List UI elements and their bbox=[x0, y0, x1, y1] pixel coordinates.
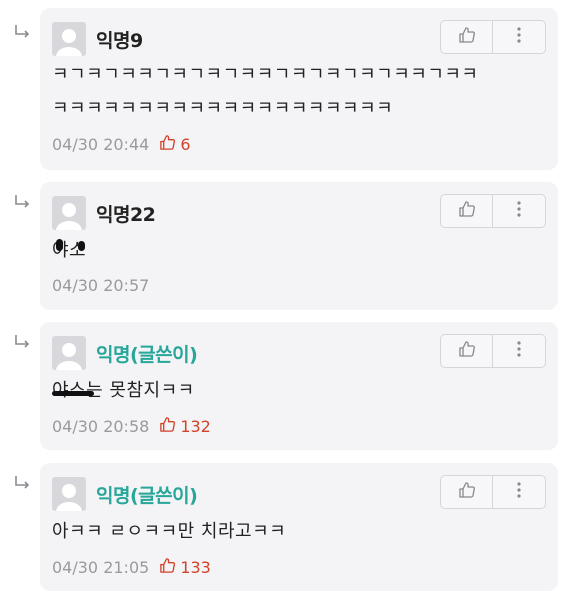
like-count: 133 bbox=[159, 557, 211, 578]
comment-author[interactable]: 익명9 bbox=[96, 26, 143, 53]
thumbs-up-icon bbox=[159, 557, 180, 578]
comment-card: 익명(글쓴이) 야스는 못참지ㅋㅋ 04/30 20:58 132 bbox=[40, 322, 558, 450]
thumbs-up-icon bbox=[159, 134, 180, 155]
more-vertical-icon bbox=[516, 26, 522, 48]
like-count: 132 bbox=[159, 416, 211, 437]
more-vertical-icon bbox=[516, 340, 522, 362]
comment-meta: 04/30 20:57 bbox=[52, 276, 149, 295]
more-vertical-icon bbox=[516, 481, 522, 503]
like-button[interactable] bbox=[441, 476, 493, 508]
thumbs-up-icon bbox=[458, 481, 476, 503]
redaction-mark bbox=[78, 241, 85, 251]
like-count-value: 133 bbox=[180, 558, 211, 577]
comment-text-line: ㅋㅋㅋㅋㅋㅋㅋㅋㅋㅋㅋㅋㅋㅋㅋㅋㅋㅋㅋㅋ bbox=[52, 98, 394, 119]
like-count-value: 6 bbox=[180, 135, 191, 154]
comment-item: 익명22 야소 04/30 20:57 bbox=[0, 182, 564, 310]
like-button[interactable] bbox=[441, 21, 493, 53]
like-count: 6 bbox=[159, 134, 191, 155]
comment-timestamp: 04/30 20:58 bbox=[52, 417, 150, 436]
reply-arrow-icon bbox=[11, 192, 33, 214]
comment-timestamp: 04/30 21:05 bbox=[52, 558, 150, 577]
default-avatar-icon[interactable] bbox=[52, 22, 86, 56]
redaction-mark bbox=[52, 391, 94, 396]
comment-actions bbox=[440, 20, 546, 54]
comment-actions bbox=[440, 334, 546, 368]
more-button[interactable] bbox=[493, 476, 545, 508]
comment-actions bbox=[440, 475, 546, 509]
comment-meta: 04/30 20:44 6 bbox=[52, 134, 191, 155]
default-avatar-icon[interactable] bbox=[52, 196, 86, 230]
comment-author[interactable]: 익명(글쓴이) bbox=[96, 340, 198, 367]
comment-meta: 04/30 20:58 132 bbox=[52, 416, 211, 437]
comment-text-line: ㅋㄱㅋㄱㅋㅋㄱㅋㄱㅋㄱㅋㅋㄱㅋㄱㅋㄱㅋㄱㅋㅋㄱㅋㅋ bbox=[52, 64, 479, 85]
comment-text-line: 야소 bbox=[52, 240, 87, 261]
comment-item: 익명(글쓴이) 아ㅋㅋ ㄹㅇㅋㅋ만 치라고ㅋㅋ 04/30 21:05 133 bbox=[0, 463, 564, 591]
more-button[interactable] bbox=[493, 21, 545, 53]
reply-arrow-icon bbox=[11, 22, 33, 44]
like-button[interactable] bbox=[441, 195, 493, 227]
comment-text-line: 야스는 못참지ㅋㅋ bbox=[52, 380, 195, 401]
thumbs-up-icon bbox=[159, 416, 180, 437]
comment-card: 익명(글쓴이) 아ㅋㅋ ㄹㅇㅋㅋ만 치라고ㅋㅋ 04/30 21:05 133 bbox=[40, 463, 558, 591]
comment-author[interactable]: 익명22 bbox=[96, 200, 156, 227]
comment-card: 익명22 야소 04/30 20:57 bbox=[40, 182, 558, 310]
more-button[interactable] bbox=[493, 195, 545, 227]
thumbs-up-icon bbox=[458, 200, 476, 222]
default-avatar-icon[interactable] bbox=[52, 477, 86, 511]
comment-item: 익명(글쓴이) 야스는 못참지ㅋㅋ 04/30 20:58 132 bbox=[0, 322, 564, 450]
comment-meta: 04/30 21:05 133 bbox=[52, 557, 211, 578]
comment-item: 익명9 ㅋㄱㅋㄱㅋㅋㄱㅋㄱㅋㄱㅋㅋㄱㅋㄱㅋㄱㅋㄱㅋㅋㄱㅋㅋ ㅋㅋㅋㅋㅋㅋㅋㅋㅋㅋ… bbox=[0, 8, 564, 170]
comment-timestamp: 04/30 20:57 bbox=[52, 276, 150, 295]
more-button[interactable] bbox=[493, 335, 545, 367]
comment-text-line: 아ㅋㅋ ㄹㅇㅋㅋ만 치라고ㅋㅋ bbox=[52, 521, 287, 542]
comment-card: 익명9 ㅋㄱㅋㄱㅋㅋㄱㅋㄱㅋㄱㅋㅋㄱㅋㄱㅋㄱㅋㄱㅋㅋㄱㅋㅋ ㅋㅋㅋㅋㅋㅋㅋㅋㅋㅋ… bbox=[40, 8, 558, 170]
reply-arrow-icon bbox=[11, 473, 33, 495]
like-button[interactable] bbox=[441, 335, 493, 367]
default-avatar-icon[interactable] bbox=[52, 336, 86, 370]
comment-timestamp: 04/30 20:44 bbox=[52, 135, 150, 154]
like-count-value: 132 bbox=[180, 417, 211, 436]
thumbs-up-icon bbox=[458, 340, 476, 362]
reply-arrow-icon bbox=[11, 332, 33, 354]
more-vertical-icon bbox=[516, 200, 522, 222]
comment-author[interactable]: 익명(글쓴이) bbox=[96, 481, 198, 508]
redaction-mark bbox=[56, 239, 63, 251]
thumbs-up-icon bbox=[458, 26, 476, 48]
comment-actions bbox=[440, 194, 546, 228]
